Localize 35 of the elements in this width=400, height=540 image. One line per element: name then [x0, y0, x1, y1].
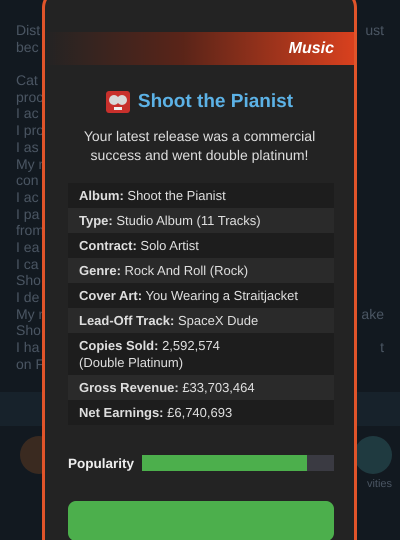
- background-text: I pa: [16, 206, 40, 222]
- background-text: t: [380, 339, 384, 356]
- detail-text: Gross Revenue: £33,703,464: [79, 379, 256, 396]
- message-text: Your latest release was a commercial success and went double platinum!: [82, 127, 316, 165]
- detail-text: Type: Studio Album (11 Tracks): [79, 212, 262, 229]
- background-text: I de: [16, 289, 40, 306]
- background-text: I ca: [16, 256, 39, 272]
- background-text: Cat: [16, 72, 38, 89]
- background-text: I as: [16, 138, 39, 156]
- background-text: con: [16, 172, 39, 189]
- background-text: Sho: [16, 322, 41, 340]
- detail-text: Genre: Rock And Roll (Rock): [79, 262, 250, 279]
- detail-text: Copies Sold: 2,592,574: [79, 337, 221, 354]
- detail-text: Net Earnings: £6,740,693: [79, 404, 234, 421]
- category-label: Music: [288, 40, 334, 58]
- background-text: Sho: [16, 272, 41, 289]
- continue-button[interactable]: [68, 501, 334, 540]
- detail-text: Album: Shoot the Pianist: [79, 187, 227, 204]
- background-text: Dist: [16, 22, 40, 39]
- background-text: I ac: [16, 105, 39, 122]
- background-text: proc: [16, 88, 44, 106]
- background-text: I ha: [16, 339, 40, 356]
- background-text: vities: [366, 478, 392, 490]
- detail-text: (Double Platinum): [79, 354, 184, 371]
- album-title: Shoot the Pianist: [138, 91, 294, 113]
- boombox-icon: [106, 91, 130, 113]
- background-text: ake: [361, 306, 384, 322]
- background-text: I ea: [16, 238, 40, 256]
- detail-text: Cover Art: You Wearing a Straitjacket: [79, 287, 299, 304]
- detail-text: Lead-Off Track: SpaceX Dude: [79, 312, 260, 329]
- background-text: I ac: [16, 188, 39, 206]
- background-text: bec: [16, 38, 39, 56]
- background-text: ust: [365, 22, 384, 39]
- popularity-label: Popularity: [68, 456, 134, 470]
- detail-text: Contract: Solo Artist: [79, 237, 200, 254]
